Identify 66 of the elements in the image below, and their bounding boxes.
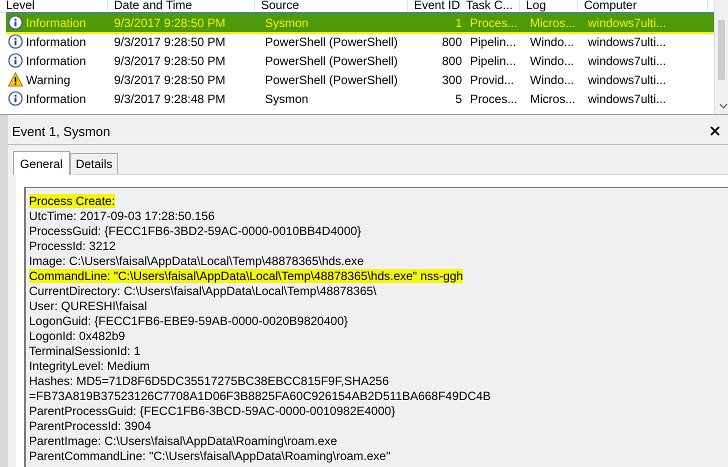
table-cell-text: Sysmon — [264, 16, 310, 30]
detail-line: ProcessId: 3212 — [29, 239, 116, 253]
detail-line: Image: C:\Users\faisal\AppData\Local\Temp\48878365\hds.exe — [29, 254, 364, 268]
event-row[interactable]: Warning 9/3/2017 9:28:50 PM PowerShell (PowerShell) 300 Provid... Windo... windows7ulti... — [6, 70, 714, 89]
event-row[interactable]: Information 9/3/2017 9:28:50 PM PowerShell (PowerShell) 800 Pipelin... Windo... windows7ulti... — [6, 32, 714, 51]
scrollbar[interactable] — [714, 0, 728, 114]
detail-line: Hashes: MD5=71D8F6D5DC35517275BC38EBCC815F9F,SHA256 — [29, 374, 389, 388]
table-cell-text: windows7ulti... — [587, 16, 668, 30]
table-cell-text: 5 — [454, 92, 463, 106]
table-cell-text: 800 — [440, 54, 463, 68]
detail-line: ParentProcessId: 3904 — [29, 419, 152, 433]
table-cell: Information — [26, 34, 86, 48]
warning-icon — [8, 72, 23, 87]
table-cell-text: windows7ulti... — [587, 72, 668, 86]
table-cell: Warning — [26, 72, 70, 86]
info-icon — [8, 15, 23, 30]
table-cell-text: 1 — [454, 16, 463, 30]
event-row[interactable]: Information 9/3/2017 9:28:48 PM Sysmon 5 Proces... Micros... windows7ulti... — [6, 89, 714, 108]
table-cell-text: Proces... — [469, 16, 518, 30]
table-cell-text: windows7ulti... — [587, 54, 668, 68]
table-cell-text: 9/3/2017 9:28:50 PM — [114, 16, 226, 30]
detail-line: LogonGuid: {FECC1FB6-EBE9-59AB-0000-0020B9820400} — [29, 314, 348, 328]
table-cell-text: windows7ulti... — [587, 92, 668, 106]
table-cell: Information — [26, 16, 86, 30]
close-icon[interactable] — [710, 126, 720, 136]
detail-line: UtcTime: 2017-09-03 17:28:50.156 — [29, 209, 215, 223]
table-cell-text: PowerShell (PowerShell) — [264, 34, 399, 48]
table-cell-text: Proces... — [469, 92, 518, 106]
table-cell-text: 9/3/2017 9:28:48 PM — [114, 92, 226, 106]
tab[interactable]: Details — [70, 153, 118, 174]
detail-line: IntegrityLevel: Medium — [29, 359, 150, 373]
table-cell-text: Windo... — [529, 72, 576, 86]
detail-line: LogonId: 0x482b9 — [29, 329, 126, 343]
table-cell: Information — [26, 54, 86, 68]
table-cell-text: PowerShell (PowerShell) — [264, 54, 399, 68]
detail-line: ProcessGuid: {FECC1FB6-3BD2-59AC-0000-0010BB4D4000} — [29, 224, 362, 238]
detail-line: TerminalSessionId: 1 — [29, 344, 140, 358]
table-cell-text: Windo... — [529, 54, 576, 68]
detail-line: User: QURESHI\faisal — [29, 299, 148, 313]
table-cell-text: Pipelin... — [469, 34, 518, 48]
detail-line: ParentProcessGuid: {FECC1FB6-3BCD-59AC-0000-0010982E4000} — [29, 404, 396, 418]
detail-line: ParentImage: C:\Users\faisal\AppData\Roaming\roam.exe — [29, 434, 338, 448]
tab[interactable]: General — [13, 151, 70, 175]
panel-title: Event 1, Sysmon — [12, 124, 110, 138]
info-icon — [8, 34, 23, 49]
info-icon — [8, 91, 23, 106]
detail-line: ParentCommandLine: "C:\Users\faisal\AppData\Roaming\roam.exe" — [29, 449, 390, 463]
detail-line: CurrentDirectory: C:\Users\faisal\AppData\Local\Temp\48878365\ — [29, 284, 376, 298]
table-cell-text: Micros... — [529, 16, 576, 30]
table-cell-text: Windo... — [529, 34, 576, 48]
table-cell-text: 9/3/2017 9:28:50 PM — [114, 34, 226, 48]
table-cell-text: 9/3/2017 9:28:50 PM — [114, 72, 226, 86]
event-row[interactable]: Information 9/3/2017 9:28:50 PM PowerShell (PowerShell) 800 Pipelin... Windo... windows7ulti... — [6, 51, 714, 70]
table-cell-text: windows7ulti... — [587, 34, 668, 48]
table-cell-text: 9/3/2017 9:28:50 PM — [114, 54, 226, 68]
scroll-down-icon[interactable] — [719, 103, 728, 109]
table-cell-text: Pipelin... — [469, 54, 518, 68]
detail-line: =FB73A819B37523126C7708A1D06F3B8825FA60C926154AB2D511BA668F49DC4B — [29, 389, 491, 403]
table-cell: Information — [26, 92, 86, 106]
info-icon — [8, 53, 23, 68]
table-cell-text: PowerShell (PowerShell) — [264, 72, 399, 86]
table-cell-text: Provid... — [469, 72, 516, 86]
table-cell-text: 800 — [440, 34, 463, 48]
table-cell-text: Sysmon — [264, 92, 310, 106]
table-cell-text: 300 — [440, 72, 463, 86]
table-cell-text: Micros... — [529, 92, 576, 106]
